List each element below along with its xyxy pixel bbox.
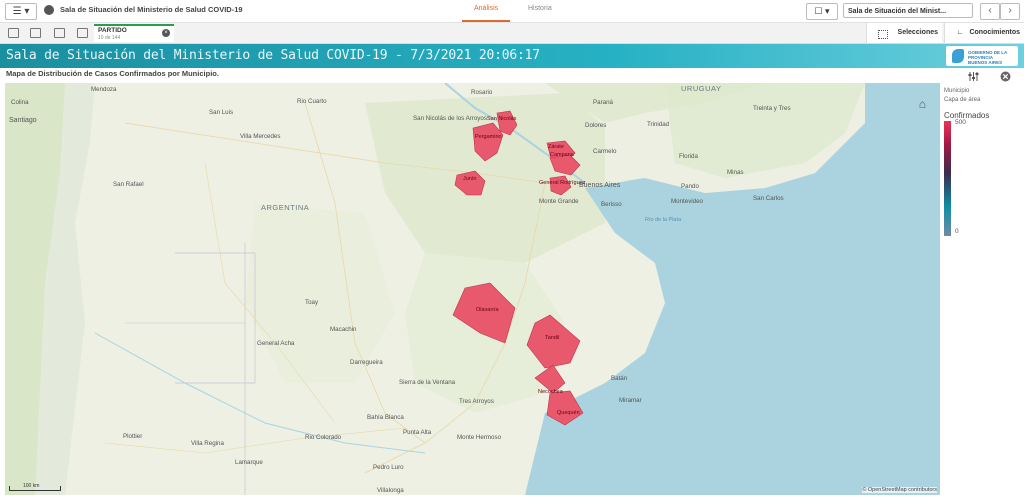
municipality-label[interactable]: Zárate (548, 144, 564, 150)
place-label: Minas (727, 169, 744, 176)
step-forward-icon[interactable] (54, 28, 65, 38)
place-label: Mendoza (91, 86, 117, 93)
place-label: Darregueira (350, 359, 383, 366)
layers-settings-icon[interactable] (968, 71, 979, 82)
place-label: San Nicolás de los Arroyos (413, 115, 487, 122)
insights-button[interactable]: ∟ Conocimientos (944, 23, 1024, 43)
place-label: Lamarque (235, 459, 263, 466)
logo-text: GOBIERNO DE LA PROVINCIA BUENOS AIRES (968, 50, 1008, 65)
next-sheet-button[interactable]: › (1000, 3, 1020, 20)
bookmark-button[interactable]: ☐ ▾ (806, 3, 838, 20)
smart-search-icon[interactable] (8, 28, 19, 38)
place-label: Miramar (619, 397, 642, 404)
place-label: Monte Hermoso (457, 434, 502, 441)
municipality-label[interactable]: Olavarría (476, 307, 499, 313)
insights-icon: ∟ (956, 29, 964, 36)
app-title: Sala de Situación del Ministerio de Salu… (60, 5, 243, 14)
place-label: General Acha (257, 340, 295, 347)
tab-analisis[interactable]: Análisis (474, 5, 498, 12)
municipality-label[interactable]: Quequén (557, 410, 580, 416)
dashboard-header: Sala de Situación del Ministerio de Salu… (0, 44, 1024, 68)
legend-dimension: Municipio (944, 88, 970, 94)
country-label: ARGENTINA (261, 203, 310, 212)
filter-chip-partido[interactable]: PARTIDO 10 de 144 × (94, 24, 174, 42)
legend-measure: Confirmados (944, 111, 990, 120)
place-label: Pando (681, 183, 699, 190)
place-label: Pedro Luro (373, 464, 404, 471)
place-label: Villa Mercedes (240, 133, 281, 140)
legend-layer: Capa de área (944, 97, 981, 103)
place-label: San Carlos (753, 195, 784, 202)
filter-chip-count: 10 de 144 (98, 35, 121, 41)
place-label: Paraná (593, 99, 613, 106)
place-label: Bahía Blanca (367, 414, 404, 421)
place-label: Tres Arroyos (459, 398, 494, 405)
place-label: Santiago (9, 117, 37, 124)
place-label: Rio Colorado (305, 434, 342, 441)
map-attribution[interactable]: © OpenStreetMap contributors (862, 487, 937, 493)
previous-sheet-button[interactable]: ‹ (980, 3, 1000, 20)
place-label: Colina (11, 99, 29, 106)
place-label: Dolores (585, 122, 607, 129)
logo-mark-icon (952, 49, 964, 63)
legend-color-scale (944, 121, 951, 236)
map-legend: Municipio Capa de área Confirmados 500 0 (942, 83, 1022, 243)
legend-max: 500 (955, 119, 966, 126)
place-label: Berisso (601, 201, 622, 208)
place-label: Plottier (123, 433, 143, 440)
municipality-label[interactable]: San Nicolás (487, 116, 516, 122)
legend-min: 0 (955, 228, 959, 235)
place-label: Montevideo (671, 198, 703, 205)
place-label: Villalonga (377, 487, 404, 494)
step-back-icon[interactable] (30, 28, 41, 38)
main-menu-button[interactable]: ☰ ▾ (5, 3, 37, 20)
municipality-label[interactable]: Tandil (545, 335, 559, 341)
municipality-label[interactable]: Pergamino (475, 134, 502, 140)
grid-icon (878, 30, 888, 39)
place-label: Toay (305, 299, 319, 306)
municipality-label[interactable]: General Rodríguez (539, 180, 585, 186)
map-area[interactable]: Colina Santiago Mendoza Rio Cuarto San L… (5, 83, 940, 495)
home-icon[interactable]: ⌂ (919, 97, 926, 111)
top-bar: ☰ ▾ Sala de Situación del Ministerio de … (0, 0, 1024, 23)
globe-icon (44, 5, 54, 15)
buenos-aires-logo: GOBIERNO DE LA PROVINCIA BUENOS AIRES (946, 46, 1018, 66)
place-label: Villa Regina (191, 440, 224, 447)
sheet-selector[interactable]: Sala de Situación del Minist... (843, 3, 973, 18)
municipality-label[interactable]: Junín (463, 176, 476, 182)
place-label: Macachin (330, 326, 357, 333)
map-scale-label: 100 km (23, 483, 40, 489)
tab-historia[interactable]: Historia (528, 5, 552, 12)
clear-all-selections-icon[interactable] (77, 28, 88, 38)
place-label: Rio Cuarto (297, 98, 327, 105)
place-label: San Rafael (113, 181, 144, 188)
place-label: Punta Alta (403, 429, 432, 436)
place-label: Trinidad (647, 121, 670, 128)
filter-chip-title: PARTIDO (98, 27, 127, 34)
insights-label: Conocimientos (969, 29, 1020, 36)
country-label: URUGUAY (681, 84, 722, 93)
place-label: Monte Grande (539, 198, 579, 205)
close-panel-icon[interactable] (1000, 71, 1011, 82)
water-label: Río de la Plata (645, 217, 682, 223)
place-label: Rosario (471, 89, 493, 96)
municipality-label[interactable]: Campana (550, 152, 574, 158)
sheet-selector-label: Sala de Situación del Minist... (848, 8, 947, 15)
place-label: Carmelo (593, 148, 617, 155)
clear-filter-icon[interactable]: × (162, 29, 170, 37)
active-tab-indicator (462, 20, 510, 22)
chart-title: Mapa de Distribución de Casos Confirmado… (6, 69, 219, 78)
municipality-label[interactable]: Necochea (538, 389, 563, 395)
place-label: Sierra de la Ventana (399, 379, 456, 386)
dashboard-title: Sala de Situación del Ministerio de Salu… (6, 48, 540, 63)
place-label: San Luis (209, 109, 234, 116)
place-label: Batán (611, 375, 628, 382)
place-label: Florida (679, 153, 698, 160)
place-label: Treinta y Tres (753, 105, 791, 112)
selections-label: Selecciones (897, 29, 938, 36)
